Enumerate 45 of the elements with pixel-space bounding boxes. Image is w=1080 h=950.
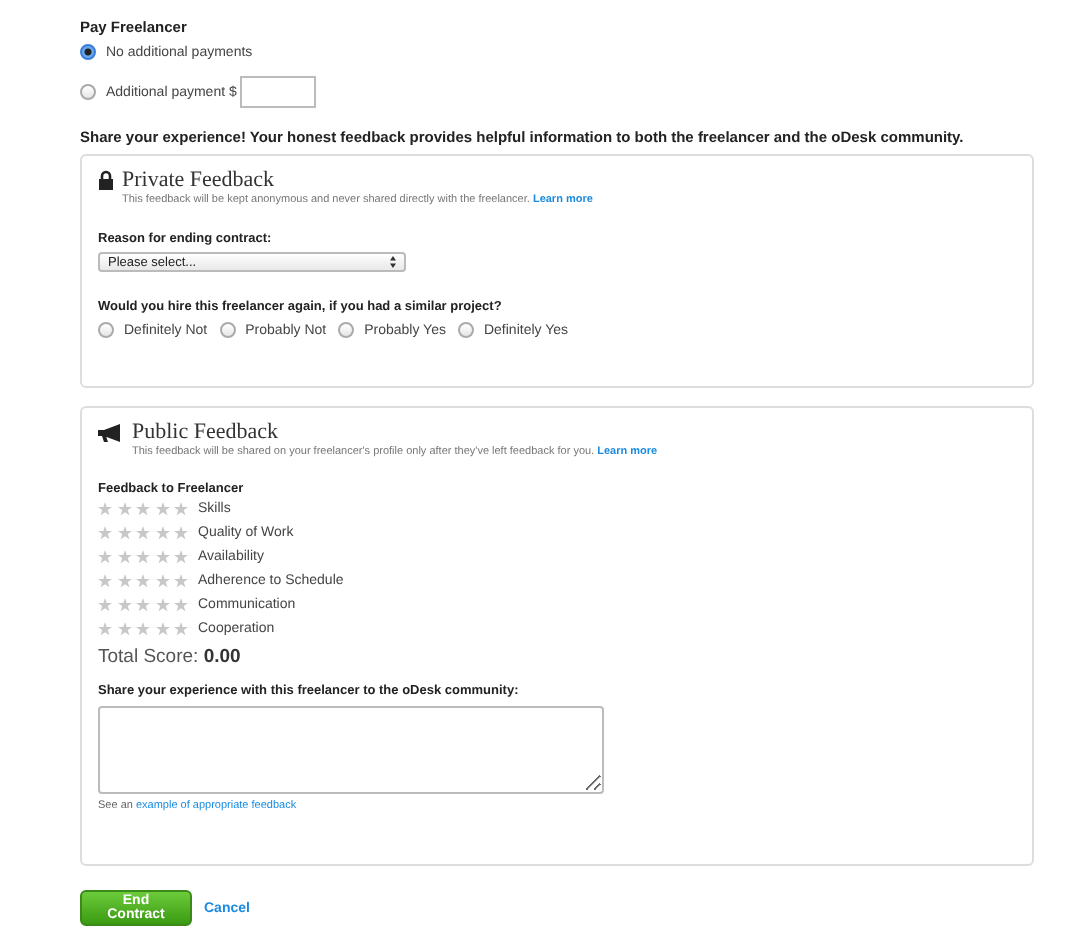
star-icon[interactable]: [98, 526, 112, 540]
star-icon[interactable]: [136, 574, 150, 588]
star-icon[interactable]: [98, 598, 112, 612]
radio-button[interactable]: [457, 322, 474, 338]
star-icon[interactable]: [174, 598, 188, 612]
lock-icon: [98, 170, 114, 190]
star-icon[interactable]: [117, 622, 131, 636]
star-icon[interactable]: [155, 550, 169, 564]
star-icon[interactable]: [98, 502, 112, 516]
megaphone-icon: [98, 423, 124, 441]
amount-field[interactable]: [240, 76, 317, 108]
star-icon[interactable]: [155, 574, 169, 588]
star-icon[interactable]: [155, 502, 169, 516]
star-icon[interactable]: [117, 598, 131, 612]
panel-title: Public Feedback: [132, 420, 279, 444]
star-icon[interactable]: [136, 550, 150, 564]
star-icon[interactable]: [174, 622, 188, 636]
star-icon[interactable]: [136, 598, 150, 612]
feedback-field[interactable]: [98, 706, 604, 794]
star-icon[interactable]: [174, 526, 188, 540]
radio-button[interactable]: [338, 322, 355, 338]
star-icon[interactable]: [174, 502, 188, 516]
radio-button[interactable]: [98, 322, 114, 338]
total-score-label: Total Score:: [98, 646, 199, 668]
star-icon[interactable]: [174, 550, 188, 564]
star-icon[interactable]: [98, 550, 112, 564]
star-icon[interactable]: [155, 526, 169, 540]
star-icon[interactable]: [136, 526, 150, 540]
star-icon[interactable]: [98, 622, 112, 636]
radio-button[interactable]: [80, 84, 96, 100]
total-score-value: 0.00: [203, 646, 241, 668]
radio-button[interactable]: [80, 44, 96, 60]
panel-title: Private Feedback: [122, 168, 275, 192]
star-icon[interactable]: [155, 622, 169, 636]
star-icon[interactable]: [117, 550, 131, 564]
radio-button[interactable]: [219, 322, 236, 338]
star-icon[interactable]: [136, 502, 150, 516]
star-icon[interactable]: [98, 574, 112, 588]
star-icon[interactable]: [117, 574, 131, 588]
star-icon[interactable]: [117, 502, 131, 516]
star-icon[interactable]: [117, 526, 131, 540]
star-icon[interactable]: [136, 622, 150, 636]
star-icon[interactable]: [155, 598, 169, 612]
star-icon[interactable]: [174, 574, 188, 588]
updown-caret-icon: [390, 256, 396, 268]
